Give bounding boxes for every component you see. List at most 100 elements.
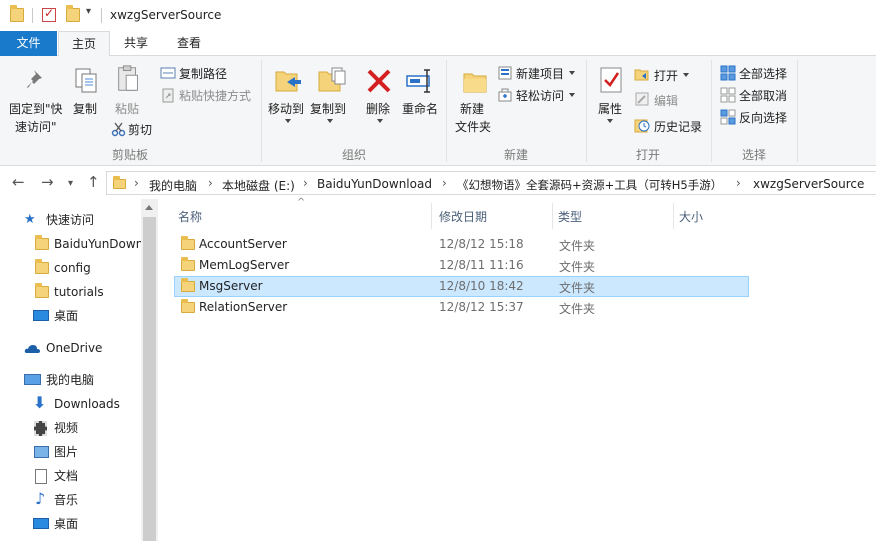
breadcrumb-item[interactable]: xwzgServerSource [753,177,864,191]
group-label-new: 新建 [503,148,528,162]
new-folder-icon[interactable] [66,5,80,22]
select-all-button[interactable]: 全部选择 [739,65,787,82]
chevron-right-icon[interactable]: › [208,176,213,190]
file-modified: 12/8/12 15:18 [439,237,524,251]
edit-button[interactable]: 编辑 [654,92,678,109]
table-row-selected[interactable]: MsgServer 12/8/10 18:42 文件夹 [174,276,749,297]
folder-icon [35,235,49,250]
nav-label: BaiduYunDown [54,237,141,251]
paste-shortcut-button[interactable]: 粘贴快捷方式 [179,87,251,104]
chevron-down-icon[interactable]: ▾ [86,6,91,17]
copy-path-icon [160,67,176,79]
folder-icon [35,283,49,298]
tab-home[interactable]: 主页 [58,31,110,57]
new-folder-icon [463,73,487,93]
history-button[interactable]: 历史记录 [654,118,702,135]
file-list: ^ 名称 修改日期 类型 大小 AccountServer 12/8/12 15… [158,197,876,541]
column-divider[interactable] [673,203,674,229]
easy-access-button[interactable]: 轻松访问 [516,87,564,104]
paste-button[interactable]: 粘贴 [115,100,139,117]
select-all-icon [720,65,736,81]
recent-chevron-down-icon[interactable]: ▾ [68,176,73,192]
chevron-down-icon [285,119,291,123]
nav-label: 文档 [54,469,79,483]
tab-view[interactable]: 查看 [164,31,214,56]
table-row[interactable]: MemLogServer 12/8/11 11:16 文件夹 [174,255,749,276]
group-divider [261,60,262,162]
move-to-button[interactable]: 移动到 [268,100,304,117]
column-header-type[interactable]: 类型 [558,208,582,225]
forward-arrow-icon[interactable]: → [41,174,54,190]
chevron-right-icon[interactable]: › [134,176,139,190]
chevron-right-icon[interactable]: › [303,176,308,190]
computer-icon [24,374,41,385]
chevron-down-icon [569,71,575,75]
tab-file[interactable]: 文件 [0,31,57,56]
nav-label: 视频 [54,421,79,435]
chevron-down-icon [607,119,613,123]
properties-button[interactable]: 属性 [598,100,622,117]
invert-selection-button[interactable]: 反向选择 [739,109,787,126]
column-divider[interactable] [431,203,432,229]
tab-share[interactable]: 共享 [111,31,161,56]
title-bar: ▾ xwzgServerSource [0,0,876,31]
paste-icon [118,65,138,91]
rename-button[interactable]: 重命名 [402,100,438,117]
group-divider [797,60,798,162]
folder-icon [10,5,24,22]
column-divider[interactable] [552,203,553,229]
chevron-right-icon[interactable]: › [442,176,447,190]
properties-icon[interactable] [42,6,56,22]
navigation-scrollbar[interactable] [141,199,158,541]
table-row[interactable]: RelationServer 12/8/12 15:37 文件夹 [174,297,749,318]
nav-label: 快速访问 [46,213,95,227]
nav-label: config [54,261,91,275]
file-type: 文件夹 [559,239,596,253]
divider [32,8,33,23]
nav-label: 音乐 [54,493,79,507]
ribbon: 固定到"快 速访问" 复制 粘贴 复制路径 粘贴快捷方式 剪切 剪贴板 移动到 [0,56,876,166]
file-type: 文件夹 [559,302,596,316]
address-bar[interactable]: › 我的电脑 › 本地磁盘 (E:) › BaiduYunDownload › … [106,171,876,195]
scrollbar-thumb[interactable] [143,217,156,541]
breadcrumb-item[interactable]: 《幻想物语》全套源码+资源+工具（可转H5手游） [457,177,722,193]
breadcrumb-item[interactable]: BaiduYunDownload [317,177,432,191]
new-folder-button[interactable]: 新建 [460,100,484,117]
column-header-modified[interactable]: 修改日期 [439,208,487,225]
select-none-icon [720,87,736,103]
desktop-icon [33,310,49,321]
chevron-right-icon[interactable]: › [736,176,741,190]
column-header-name[interactable]: 名称 [178,208,202,225]
copy-button[interactable]: 复制 [73,100,97,117]
file-type: 文件夹 [559,281,596,295]
scroll-up-icon[interactable] [145,205,153,210]
nav-label: 桌面 [54,517,79,531]
column-header-size[interactable]: 大小 [679,208,703,225]
pin-to-quick-access-button[interactable]: 固定到"快 [9,100,63,117]
table-row[interactable]: AccountServer 12/8/12 15:18 文件夹 [174,234,749,255]
chevron-down-icon [683,73,689,77]
nav-label: 桌面 [54,309,79,323]
chevron-down-icon [327,119,333,123]
group-divider [586,60,587,162]
delete-button[interactable]: 删除 [366,100,390,117]
select-none-button[interactable]: 全部取消 [739,87,787,104]
sort-ascending-icon: ^ [297,197,306,208]
new-item-button[interactable]: 新建项目 [516,65,564,82]
breadcrumb-item[interactable]: 本地磁盘 (E:) [222,177,295,194]
delete-icon [367,69,391,93]
copy-path-button[interactable]: 复制路径 [179,65,227,82]
breadcrumb-item[interactable]: 我的电脑 [149,177,197,194]
folder-icon [181,236,195,250]
copy-to-button[interactable]: 复制到 [310,100,346,117]
file-name: MemLogServer [199,258,290,272]
up-arrow-icon[interactable]: ↑ [87,174,100,190]
nav-item-baiduyundown[interactable]: BaiduYunDown [33,233,141,255]
nav-label: tutorials [54,285,104,299]
back-arrow-icon[interactable]: ← [12,174,25,190]
cut-button[interactable]: 剪切 [128,121,152,138]
rename-icon [406,69,430,93]
folder-icon [35,259,49,274]
open-button[interactable]: 打开 [654,67,678,84]
chevron-down-icon [377,119,383,123]
